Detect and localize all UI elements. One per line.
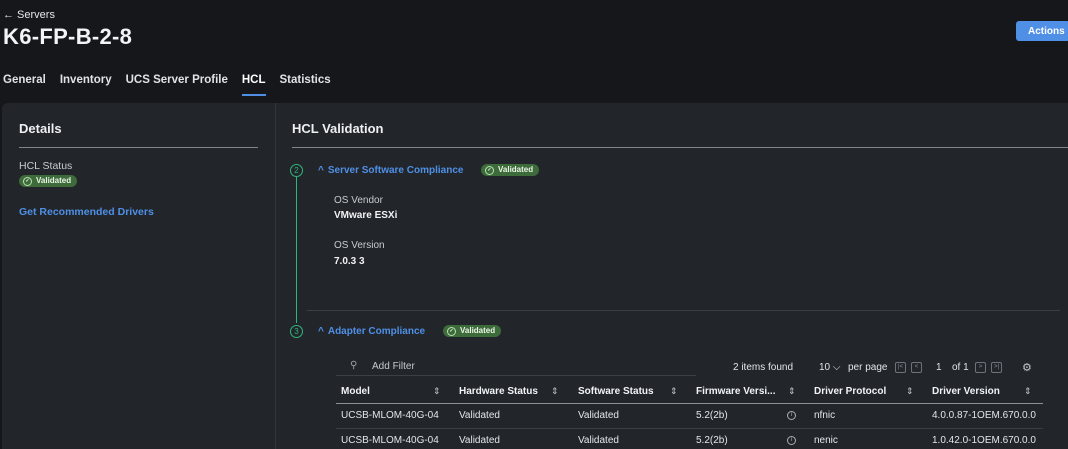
get-recommended-drivers-link[interactable]: Get Recommended Drivers xyxy=(19,206,154,218)
filter-placeholder: Add Filter xyxy=(372,361,415,372)
column-header-software-status[interactable]: Software Status xyxy=(578,386,654,397)
adapter-compliance-toggle[interactable]: ^ Adapter Compliance xyxy=(318,326,425,337)
column-header-driver-protocol[interactable]: Driver Protocol xyxy=(814,386,886,397)
cell-software-status: Validated xyxy=(578,435,619,446)
cell-driver-protocol: nenic xyxy=(814,435,838,446)
step-2-indicator: 2 xyxy=(290,164,303,177)
per-page-label: per page xyxy=(848,362,888,373)
cell-software-status: Validated xyxy=(578,410,619,421)
step-3-indicator: 3 xyxy=(290,325,303,338)
page-total: of 1 xyxy=(952,362,969,373)
back-to-servers-link[interactable]: ← Servers xyxy=(3,9,55,21)
server-software-status-value: Validated xyxy=(498,165,534,174)
first-page-icon[interactable]: |< xyxy=(895,362,906,373)
info-icon[interactable]: i xyxy=(787,411,796,420)
hcl-status-value: Validated xyxy=(36,176,72,185)
filter-input[interactable]: ⚲ Add Filter xyxy=(336,359,696,376)
row-divider xyxy=(336,428,1043,429)
details-title: Details xyxy=(19,121,62,136)
section-divider xyxy=(307,310,1060,311)
step-connector xyxy=(296,177,297,323)
cell-hardware-status: Validated xyxy=(459,410,500,421)
tab-inventory[interactable]: Inventory xyxy=(60,74,112,96)
column-header-model[interactable]: Model xyxy=(341,386,370,397)
os-vendor-value: VMware ESXi xyxy=(334,210,398,221)
table-header-divider xyxy=(336,403,1043,404)
prev-page-icon[interactable]: < xyxy=(911,362,922,373)
sort-icon[interactable]: ⇕ xyxy=(1024,386,1032,397)
sort-icon[interactable]: ⇕ xyxy=(551,386,559,397)
per-page-select[interactable]: 10 ⌵ xyxy=(819,362,840,373)
cell-firmware-version: 5.2(2b) xyxy=(696,435,728,446)
sort-icon[interactable]: ⇕ xyxy=(906,386,914,397)
chevron-up-icon: ^ xyxy=(318,165,324,176)
tab-general[interactable]: General xyxy=(3,74,46,96)
adapter-status-badge: ✓ Validated xyxy=(443,325,502,337)
page-title: K6-FP-B-2-8 xyxy=(3,24,133,49)
last-page-icon[interactable]: >| xyxy=(991,362,1002,373)
panel-divider xyxy=(275,103,276,449)
chevron-up-icon: ^ xyxy=(318,326,324,337)
tab-ucs-server-profile[interactable]: UCS Server Profile xyxy=(126,74,228,96)
tab-statistics[interactable]: Statistics xyxy=(280,74,331,96)
column-header-hardware-status[interactable]: Hardware Status xyxy=(459,386,538,397)
info-icon[interactable]: i xyxy=(787,436,796,445)
check-circle-icon: ✓ xyxy=(447,326,456,336)
sort-icon[interactable]: ⇕ xyxy=(788,386,796,397)
sort-icon[interactable]: ⇕ xyxy=(433,386,441,397)
hcl-status-label: HCL Status xyxy=(19,160,73,172)
column-header-firmware-version[interactable]: Firmware Versi... xyxy=(696,386,776,397)
hcl-status-badge: ✓ Validated xyxy=(19,175,78,187)
adapter-compliance-title: Adapter Compliance xyxy=(327,326,426,337)
os-version-value: 7.0.3 3 xyxy=(334,256,365,267)
cell-firmware-version: 5.2(2b) xyxy=(696,410,728,421)
actions-button[interactable]: Actions xyxy=(1016,21,1068,41)
cell-model: UCSB-MLOM-40G-04 xyxy=(341,435,439,446)
items-found: 2 items found xyxy=(733,362,794,373)
hcl-validation-title: HCL Validation xyxy=(292,121,384,136)
column-header-driver-version[interactable]: Driver Version xyxy=(932,386,1000,397)
server-software-status-badge: ✓ Validated xyxy=(481,164,540,176)
cell-model: UCSB-MLOM-40G-04 xyxy=(341,410,439,421)
sort-icon[interactable]: ⇕ xyxy=(670,386,678,397)
next-page-icon[interactable]: > xyxy=(975,362,986,373)
cell-hardware-status: Validated xyxy=(459,435,500,446)
tab-bar: General Inventory UCS Server Profile HCL… xyxy=(3,74,345,96)
os-version-label: OS Version xyxy=(334,240,385,251)
check-circle-icon: ✓ xyxy=(485,165,494,175)
server-software-compliance-title: Server Software Compliance xyxy=(327,165,464,176)
adapter-status-value: Validated xyxy=(460,326,496,335)
page-current[interactable]: 1 xyxy=(936,362,942,373)
hcl-validation-underline xyxy=(292,147,1068,148)
cell-driver-protocol: nfnic xyxy=(814,410,836,421)
cell-driver-version: 4.0.0.87-1OEM.670.0.0 xyxy=(932,410,1036,421)
server-software-compliance-toggle[interactable]: ^ Server Software Compliance xyxy=(318,165,463,176)
cell-driver-version: 1.0.42.0-1OEM.670.0.0 xyxy=(932,435,1036,446)
content-panel xyxy=(2,103,1068,449)
details-underline xyxy=(19,147,258,148)
tab-hcl[interactable]: HCL xyxy=(241,74,266,96)
search-icon: ⚲ xyxy=(350,360,358,371)
os-vendor-label: OS Vendor xyxy=(334,195,383,206)
gear-icon[interactable]: ⚙ xyxy=(1022,361,1032,374)
check-circle-icon: ✓ xyxy=(23,176,32,186)
